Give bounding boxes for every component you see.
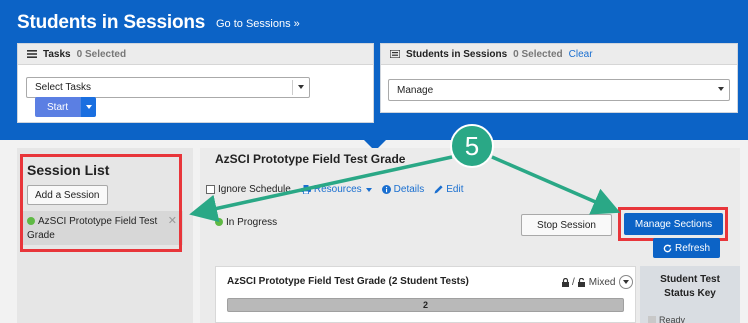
sis-count: 0 Selected	[513, 48, 563, 60]
caret-down-icon	[85, 105, 92, 109]
pencil-icon	[434, 185, 443, 194]
clear-link[interactable]: Clear	[569, 49, 593, 60]
refresh-button[interactable]: Refresh	[653, 238, 720, 258]
status-dot-icon	[215, 218, 223, 226]
start-button[interactable]: Start	[35, 97, 81, 117]
info-icon	[381, 185, 391, 194]
tasks-panel-header: Tasks 0 Selected	[18, 44, 373, 65]
printer-icon	[300, 185, 311, 194]
select-tasks-dropdown[interactable]: Select Tasks	[26, 77, 310, 98]
details-link[interactable]: Details	[381, 184, 425, 195]
status-key-ready: Ready	[648, 315, 685, 323]
details-label: Details	[393, 184, 425, 195]
start-split-button[interactable]: Start	[35, 97, 97, 117]
ignore-schedule-label: Ignore Schedule	[218, 184, 291, 195]
session-toolbar: Ignore Schedule Resources Details Edit	[206, 184, 463, 195]
chevron-down-icon	[718, 87, 724, 91]
status-key-title: Student Test Status Key	[660, 274, 720, 299]
lock-mode-control[interactable]: / Mixed	[561, 275, 634, 289]
go-to-sessions-link[interactable]: Go to Sessions »	[216, 18, 300, 30]
stop-session-button[interactable]: Stop Session	[521, 214, 612, 236]
manage-dropdown-value: Manage	[397, 84, 434, 96]
unlock-icon	[577, 277, 585, 287]
page-title: Students in Sessions	[17, 12, 206, 33]
list-icon	[390, 50, 400, 58]
chevron-down-icon	[298, 85, 304, 89]
ready-swatch-icon	[648, 316, 656, 323]
ignore-schedule-checkbox[interactable]	[206, 185, 215, 194]
tasks-label: Tasks	[43, 48, 71, 60]
refresh-label: Refresh	[674, 242, 710, 254]
lock-icon	[562, 277, 569, 287]
edit-link[interactable]: Edit	[434, 184, 463, 195]
step-callout-badge: 5	[450, 124, 494, 168]
session-status: In Progress	[215, 217, 277, 228]
chevron-down-icon	[623, 280, 630, 284]
test-group-title: AzSCI Prototype Field Test Grade (2 Stud…	[227, 276, 469, 287]
caret-down-icon	[365, 187, 372, 192]
tasks-count: 0 Selected	[76, 48, 127, 60]
session-status-label: In Progress	[226, 217, 278, 228]
list-icon	[27, 50, 37, 58]
session-list-highlight	[20, 154, 182, 252]
lock-mode-label: Mixed	[588, 276, 616, 288]
sis-panel-header: Students in Sessions 0 Selected Clear	[381, 44, 737, 65]
select-tasks-value: Select Tasks	[35, 82, 91, 93]
resources-label: Resources	[313, 184, 362, 195]
manage-sections-highlight	[618, 207, 728, 241]
progress-value: 2	[422, 300, 428, 310]
test-progress-bar: 2	[227, 298, 624, 312]
manage-dropdown[interactable]: Manage	[388, 79, 730, 101]
refresh-icon	[663, 244, 672, 252]
status-key-panel: Student Test Status Key Ready	[640, 266, 740, 323]
start-dropdown-toggle[interactable]	[80, 97, 97, 117]
edit-label: Edit	[446, 184, 464, 195]
session-title: AzSCI Prototype Field Test Grade	[215, 152, 406, 166]
expand-toggle[interactable]	[619, 275, 634, 289]
students-in-sessions-panel: Students in Sessions 0 Selected Clear	[380, 43, 738, 113]
sis-label: Students in Sessions	[406, 48, 508, 60]
test-group-panel: AzSCI Prototype Field Test Grade (2 Stud…	[215, 266, 636, 323]
resources-dropdown[interactable]: Resources	[300, 184, 372, 195]
